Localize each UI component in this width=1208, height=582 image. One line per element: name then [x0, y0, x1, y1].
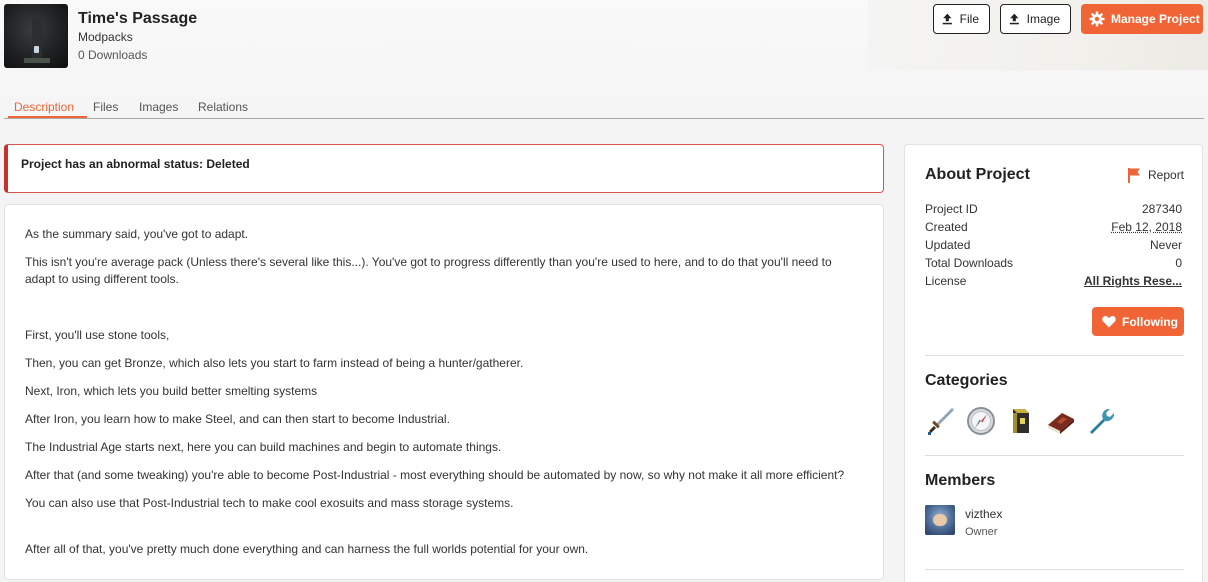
status-alert-text: Project has an abnormal status: Deleted — [21, 157, 250, 171]
upload-icon — [942, 13, 952, 25]
manage-project-label: Manage Project — [1111, 12, 1200, 26]
description-paragraph: This isn't you're average pack (Unless t… — [25, 255, 832, 269]
meta-label-license: License — [925, 274, 967, 288]
description-paragraph: After that (and some tweaking) you're ab… — [25, 468, 845, 482]
meta-label-total-downloads: Total Downloads — [925, 256, 1014, 270]
categories-heading: Categories — [925, 372, 1008, 389]
manage-project-button[interactable]: Manage Project — [1081, 4, 1203, 34]
meta-value-created: Feb 12, 2018 — [1111, 220, 1182, 234]
description-paragraph: As the summary said, you've got to adapt… — [25, 227, 249, 241]
upload-file-button[interactable]: File — [933, 4, 990, 34]
meta-label-created: Created — [925, 220, 968, 234]
about-project-heading: About Project — [925, 166, 1030, 183]
upload-file-label: File — [959, 12, 979, 26]
heart-icon — [1102, 315, 1116, 328]
tab-description[interactable]: Description — [14, 100, 74, 114]
meta-label-project-id: Project ID — [925, 202, 978, 216]
meta-value-project-id: 287340 — [1141, 202, 1182, 216]
section-divider — [925, 455, 1184, 456]
report-button[interactable]: Report — [1127, 167, 1184, 183]
members-heading: Members — [925, 472, 996, 489]
tab-images[interactable]: Images — [139, 100, 178, 114]
project-tabs: Description Files Images Relations — [4, 96, 1204, 119]
member-name-link[interactable]: vizthex — [965, 507, 1002, 521]
active-tab-indicator — [8, 116, 87, 118]
license-link[interactable]: All Rights Rese... — [1084, 274, 1182, 288]
upload-image-label: Image — [1026, 12, 1060, 26]
description-paragraph: You can also use that Post-Industrial te… — [25, 496, 514, 510]
member-avatar[interactable] — [925, 505, 955, 535]
flag-icon — [1128, 168, 1140, 183]
status-alert: Project has an abnormal status: Deleted — [4, 144, 884, 193]
following-button[interactable]: Following — [1092, 307, 1184, 336]
section-divider — [925, 355, 1184, 356]
sword-icon[interactable] — [925, 405, 957, 437]
meta-value-total-downloads: 0 — [1175, 256, 1182, 270]
upload-icon — [1009, 13, 1019, 25]
description-paragraph: First, you'll use stone tools, — [25, 328, 170, 342]
section-divider — [925, 569, 1184, 570]
project-category-link[interactable]: Modpacks — [78, 30, 133, 44]
project-title: Time's Passage — [78, 10, 198, 27]
meta-value-updated: Never — [1149, 238, 1182, 252]
block-icon[interactable] — [1005, 405, 1037, 437]
following-label: Following — [1122, 314, 1178, 329]
wrench-icon[interactable] — [1085, 405, 1117, 437]
tab-relations[interactable]: Relations — [198, 100, 248, 114]
project-download-count: 0 Downloads — [78, 48, 148, 62]
project-avatar — [4, 4, 68, 68]
description-paragraph: adapt to using different tools. — [25, 272, 179, 286]
compass-icon[interactable] — [965, 405, 997, 437]
gear-icon — [1089, 11, 1105, 27]
description-paragraph: After all of that, you've pretty much do… — [25, 542, 589, 556]
member-role: Owner — [965, 526, 998, 538]
description-paragraph: Next, Iron, which lets you build better … — [25, 384, 318, 398]
description-paragraph: After Iron, you learn how to make Steel,… — [25, 412, 450, 426]
upload-image-button[interactable]: Image — [1000, 4, 1071, 34]
book-icon[interactable] — [1045, 405, 1077, 437]
tab-files[interactable]: Files — [93, 100, 118, 114]
report-label: Report — [1148, 168, 1185, 182]
meta-label-updated: Updated — [925, 238, 971, 252]
description-panel: As the summary said, you've got to adapt… — [4, 204, 884, 580]
description-paragraph: Then, you can get Bronze, which also let… — [25, 356, 524, 370]
about-project-panel: About Project Report Project ID 287340 C… — [904, 144, 1203, 582]
description-paragraph: The Industrial Age starts next, here you… — [25, 440, 502, 454]
